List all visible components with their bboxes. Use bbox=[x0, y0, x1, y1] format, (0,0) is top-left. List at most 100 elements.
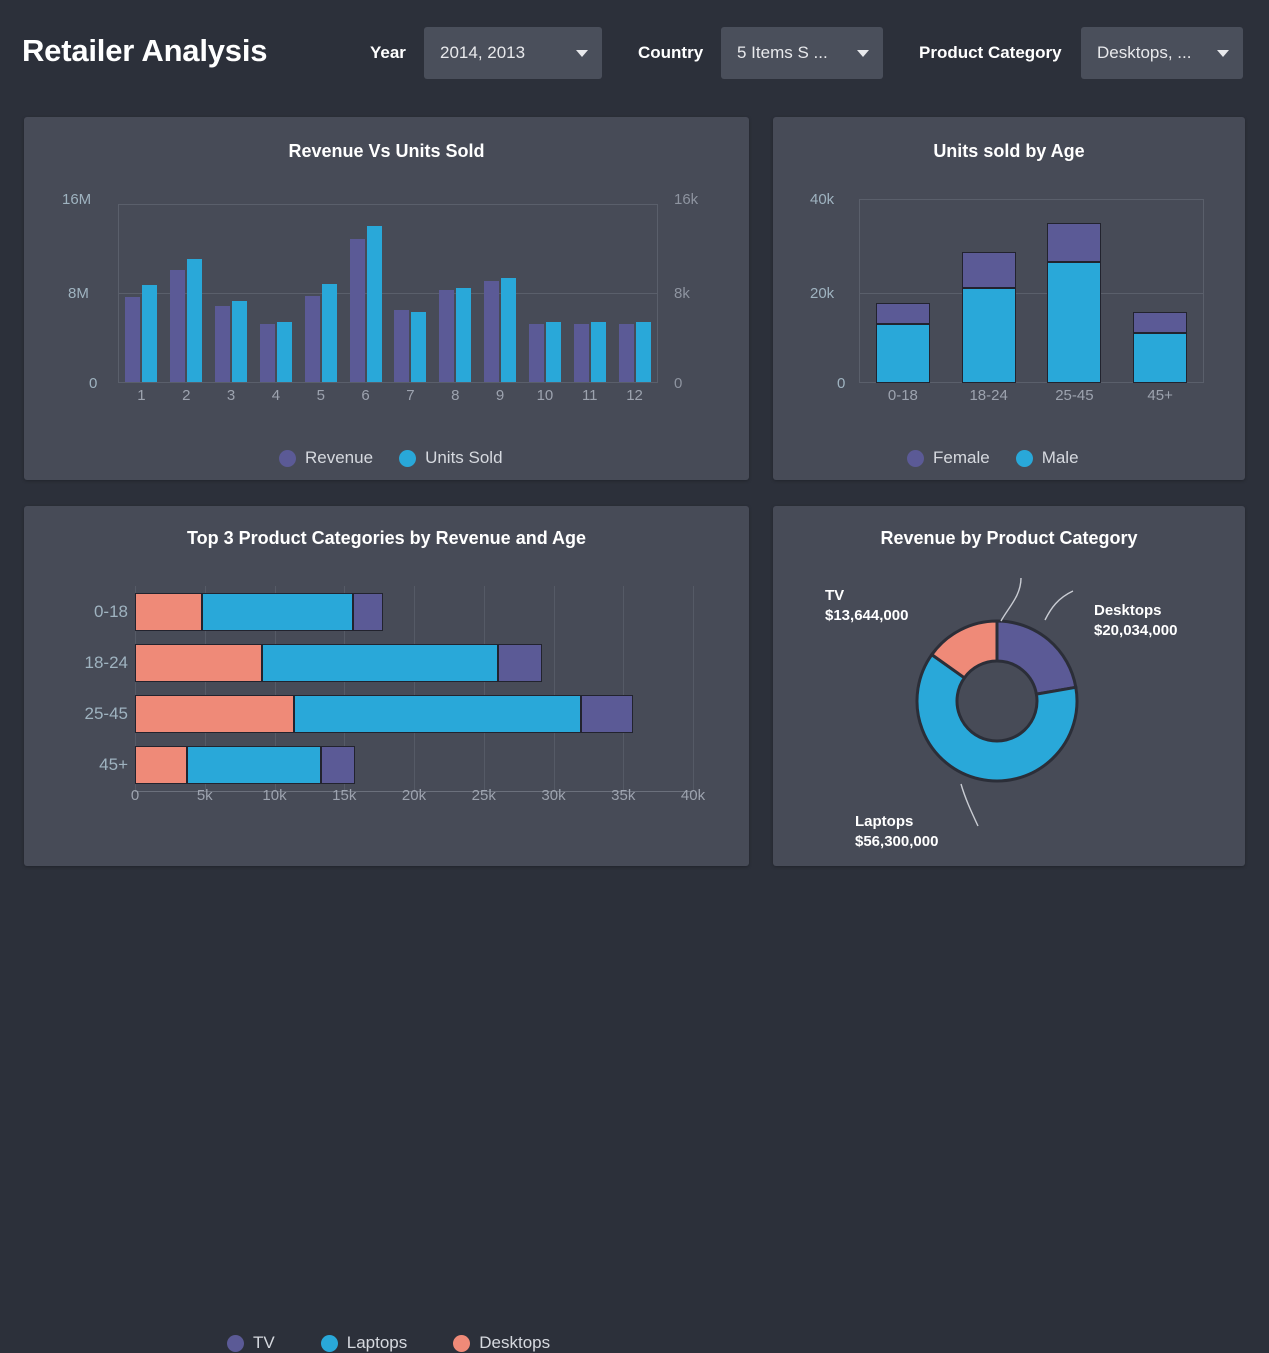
bar-revenue-1 bbox=[125, 296, 141, 382]
legend-label-units-sold: Units Sold bbox=[425, 448, 503, 467]
donut-label-desktops: Desktops $20,034,000 bbox=[1094, 601, 1177, 641]
x-axis-labels-age: 0-18 18-24 25-45 45+ bbox=[860, 387, 1203, 409]
bars-units-sold-by-age bbox=[860, 200, 1203, 383]
donut-label-laptops: Laptops $56,300,000 bbox=[855, 812, 938, 852]
legend-label-tv: TV bbox=[253, 1333, 275, 1352]
donut-label-laptops-name: Laptops bbox=[855, 813, 914, 830]
bar-units-sold-8 bbox=[456, 287, 472, 382]
bar-units-sold-1 bbox=[142, 284, 158, 382]
legend-swatch-female bbox=[907, 449, 924, 467]
x-tick-18-24: 18-24 bbox=[969, 387, 1008, 404]
x-tick-2: 2 bbox=[182, 387, 191, 404]
donut-label-tv-value: $13,644,000 bbox=[825, 607, 909, 624]
bar-units-sold-5 bbox=[321, 283, 337, 382]
bar-male-45+ bbox=[1133, 332, 1188, 383]
x-tick-12: 12 bbox=[626, 387, 643, 404]
x-tick-40k: 40k bbox=[680, 787, 706, 804]
x-tick-1: 1 bbox=[137, 387, 146, 404]
y2-axis-tick-0: 0 bbox=[674, 375, 683, 392]
filter-country-value: 5 Items S ... bbox=[737, 43, 828, 62]
filter-product-category-value: Desktops, ... bbox=[1097, 43, 1192, 62]
y-axis-tick-8M: 8M bbox=[68, 285, 89, 302]
bar-units-sold-7 bbox=[411, 312, 427, 382]
donut-slice-desktops bbox=[995, 619, 1078, 696]
y-axis-tick-0: 0 bbox=[89, 375, 98, 392]
donut-label-desktops-value: $20,034,000 bbox=[1094, 622, 1178, 639]
bar-tv-45+ bbox=[320, 746, 356, 785]
x-tick-35k: 35k bbox=[611, 787, 636, 804]
bar-female-0-18 bbox=[875, 303, 930, 324]
bar-revenue-10 bbox=[528, 324, 544, 382]
y-axis-tick-20k: 20k bbox=[810, 285, 835, 302]
bar-tv-25-45 bbox=[581, 695, 633, 734]
y-tick-45+: 45+ bbox=[99, 755, 128, 775]
bar-revenue-7 bbox=[394, 310, 410, 382]
y-axis-tick-0: 0 bbox=[837, 375, 846, 392]
x-tick-5k: 5k bbox=[196, 787, 213, 804]
x-tick-3: 3 bbox=[226, 387, 236, 404]
y-tick-18-24: 18-24 bbox=[84, 652, 128, 672]
bar-desktops-18-24 bbox=[135, 643, 262, 682]
bar-revenue-11 bbox=[573, 324, 589, 382]
x-tick-9: 9 bbox=[495, 387, 505, 404]
bar-female-45+ bbox=[1133, 311, 1188, 333]
x-tick-7: 7 bbox=[406, 387, 415, 404]
y-axis-labels-top3: 0-18 18-24 25-45 45+ bbox=[50, 586, 135, 786]
bar-revenue-8 bbox=[439, 290, 455, 382]
chart-title-revenue-vs-units: Revenue Vs Units Sold bbox=[288, 141, 485, 161]
x-tick-5: 5 bbox=[316, 387, 325, 404]
x-axis-labels-revenue: 1 2 3 4 5 6 7 8 9 10 11 12 bbox=[119, 387, 657, 409]
legend-top3: TV Laptops Desktops bbox=[227, 1333, 596, 1353]
legend-swatch-revenue bbox=[279, 449, 296, 467]
y2-axis-tick-16k: 16k bbox=[674, 191, 699, 208]
legend-swatch-desktops bbox=[453, 1334, 471, 1352]
bar-female-18-24 bbox=[961, 252, 1016, 289]
bar-units-sold-6 bbox=[366, 226, 382, 382]
legend-swatch-male bbox=[1015, 449, 1033, 467]
donut-label-laptops-value: $56,300,000 bbox=[855, 833, 939, 850]
filter-year-dropdown[interactable]: 2014, 2013 bbox=[424, 27, 602, 79]
bar-male-0-18 bbox=[875, 323, 930, 383]
bar-units-sold-2 bbox=[187, 259, 203, 382]
y-axis-tick-40k: 40k bbox=[810, 191, 835, 208]
bar-revenue-2 bbox=[170, 270, 186, 382]
filter-country-dropdown[interactable]: 5 Items S ... bbox=[721, 27, 883, 79]
chevron-down-icon bbox=[1217, 49, 1229, 57]
x-tick-11: 11 bbox=[581, 387, 598, 404]
page-title: Retailer Analysis bbox=[22, 33, 268, 68]
bars-top3 bbox=[135, 586, 705, 791]
leader-line-desktops bbox=[1044, 590, 1074, 621]
bar-revenue-6 bbox=[349, 239, 365, 382]
y2-axis-tick-8k: 8k bbox=[674, 285, 690, 302]
filter-year-value: 2014, 2013 bbox=[440, 43, 526, 62]
filter-product-category-dropdown[interactable]: Desktops, ... bbox=[1081, 27, 1243, 79]
x-tick-10k: 10k bbox=[262, 787, 287, 804]
bar-revenue-9 bbox=[484, 281, 500, 382]
card-top3-product-categories: Top 3 Product Categories by Revenue and … bbox=[24, 506, 749, 1352]
bar-tv-18-24 bbox=[497, 643, 543, 682]
x-axis-labels-top3: 0 5k 10k 15k 20k 25k 30k 35k 40k bbox=[131, 787, 715, 809]
bar-laptops-18-24 bbox=[261, 643, 498, 682]
x-tick-30k: 30k bbox=[541, 787, 566, 804]
bar-revenue-12 bbox=[618, 324, 634, 382]
x-tick-20k: 20k bbox=[401, 787, 427, 804]
bar-desktops-0-18 bbox=[135, 592, 202, 631]
legend-label-desktops: Desktops bbox=[479, 1333, 551, 1352]
bar-male-18-24 bbox=[961, 288, 1016, 383]
x-tick-10: 10 bbox=[536, 387, 554, 404]
card-revenue-by-product-category: Revenue by Product Category TV $13,644,0… bbox=[773, 506, 1245, 866]
bar-revenue-4 bbox=[259, 324, 275, 382]
bars-revenue-vs-units bbox=[119, 205, 657, 382]
bar-desktops-25-45 bbox=[135, 695, 295, 734]
chart-title-units-sold-by-age: Units sold by Age bbox=[933, 141, 1085, 161]
donut-label-tv-name: TV bbox=[825, 587, 845, 604]
bar-units-sold-3 bbox=[232, 301, 248, 382]
x-tick-25-45: 25-45 bbox=[1055, 387, 1094, 404]
donut-label-desktops-name: Desktops bbox=[1094, 602, 1162, 619]
bar-laptops-0-18 bbox=[201, 592, 353, 631]
chevron-down-icon bbox=[857, 49, 869, 57]
x-tick-15k: 15k bbox=[332, 787, 357, 804]
filter-label-country: Country bbox=[638, 43, 704, 62]
legend-label-female: Female bbox=[933, 448, 990, 467]
legend-label-male: Male bbox=[1041, 448, 1079, 467]
